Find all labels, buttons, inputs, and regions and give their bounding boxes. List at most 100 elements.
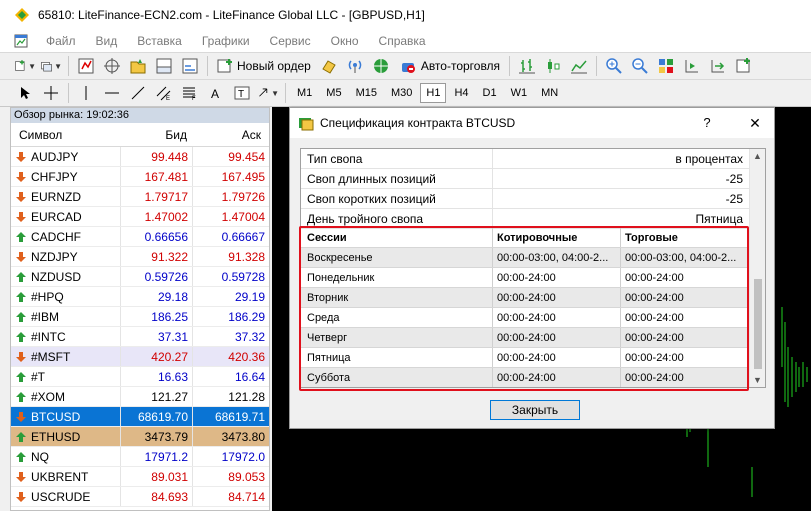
session-row: Вторник 00:00-24:00 00:00-24:00 <box>301 288 749 308</box>
column-symbol[interactable]: Символ <box>11 128 121 142</box>
vertical-line-icon <box>85 86 87 100</box>
timeframe-m30[interactable]: M30 <box>385 83 418 103</box>
market-row[interactable]: #T 16.63 16.64 <box>11 367 269 387</box>
zoom-out-button[interactable] <box>629 55 651 77</box>
channel-icon: E <box>156 86 171 101</box>
column-bid[interactable]: Бид <box>121 128 193 142</box>
signals-button[interactable] <box>344 55 366 77</box>
market-row[interactable]: NZDUSD 0.59726 0.59728 <box>11 267 269 287</box>
market-row[interactable]: UKBRENT 89.031 89.053 <box>11 467 269 487</box>
new-order-button[interactable]: Новый ордер <box>212 55 316 77</box>
session-quote-hours: 00:00-24:00 <box>493 268 621 287</box>
terminal-button[interactable] <box>153 55 175 77</box>
market-row[interactable]: CADCHF 0.66656 0.66667 <box>11 227 269 247</box>
menu-view[interactable]: Вид <box>86 34 128 48</box>
spec-scrollbar[interactable]: ▲ ▼ <box>749 149 765 387</box>
menu-insert[interactable]: Вставка <box>127 34 192 48</box>
tile-windows-button[interactable] <box>655 55 677 77</box>
market-row-ask: 420.36 <box>228 350 265 364</box>
strategy-tester-button[interactable] <box>179 55 201 77</box>
line-chart-button[interactable] <box>568 55 590 77</box>
market-row-symbol: AUDJPY <box>11 147 121 166</box>
community-button[interactable] <box>370 55 392 77</box>
text-label-button[interactable]: T <box>231 82 253 104</box>
market-watch-button[interactable] <box>75 55 97 77</box>
menu-tools[interactable]: Сервис <box>260 34 321 48</box>
market-row-bid: 16.63 <box>121 367 193 386</box>
cursor-tool-button[interactable] <box>14 82 36 104</box>
trendline-button[interactable] <box>127 82 149 104</box>
scroll-up-arrow-icon[interactable]: ▲ <box>753 151 762 161</box>
arrow-down-icon <box>16 411 26 422</box>
indicators-button[interactable] <box>733 55 755 77</box>
toolbar-separator <box>596 56 598 76</box>
dialog-close-x-button[interactable]: ✕ <box>740 113 770 133</box>
menu-help[interactable]: Справка <box>369 34 436 48</box>
market-row[interactable]: ETHUSD 3473.79 3473.80 <box>11 427 269 447</box>
sessions-header-row: Сессии Котировочные Торговые <box>301 228 749 248</box>
market-row-bid: 420.27 <box>121 347 193 366</box>
market-row[interactable]: NQ 17971.2 17972.0 <box>11 447 269 467</box>
market-row[interactable]: EURNZD 1.79717 1.79726 <box>11 187 269 207</box>
spec-list[interactable]: Тип свопа в процентах Своп длинных позиц… <box>300 148 766 388</box>
crosshair-tool-button[interactable] <box>40 82 62 104</box>
timeframe-mn[interactable]: MN <box>535 83 564 103</box>
new-chart-icon <box>15 60 25 71</box>
timeframe-m1[interactable]: M1 <box>291 83 318 103</box>
market-row[interactable]: USCRUDE 84.693 84.714 <box>11 487 269 507</box>
menu-window[interactable]: Окно <box>321 34 369 48</box>
autoscroll-button[interactable] <box>707 55 729 77</box>
horizontal-line-button[interactable] <box>101 82 123 104</box>
market-row[interactable]: #INTC 37.31 37.32 <box>11 327 269 347</box>
market-row[interactable]: #XOM 121.27 121.28 <box>11 387 269 407</box>
arrows-button[interactable]: ▼ <box>257 82 279 104</box>
meta-editor-button[interactable] <box>318 55 340 77</box>
text-tool-button[interactable]: A <box>205 82 227 104</box>
market-row[interactable]: BTCUSD 68619.70 68619.71 <box>11 407 269 427</box>
navigator-icon <box>130 59 146 74</box>
bar-chart-button[interactable] <box>516 55 538 77</box>
close-button[interactable]: Закрыть <box>490 400 580 420</box>
market-row[interactable]: NZDJPY 91.322 91.328 <box>11 247 269 267</box>
text-a-icon: A <box>211 87 219 101</box>
market-row[interactable]: CHFJPY 167.481 167.495 <box>11 167 269 187</box>
menu-charts[interactable]: Графики <box>192 34 260 48</box>
text-label-icon: T <box>234 86 250 100</box>
market-row[interactable]: #IBM 186.25 186.29 <box>11 307 269 327</box>
symbol-name: NQ <box>31 449 49 464</box>
market-row-bid: 68619.70 <box>121 407 193 426</box>
market-row[interactable]: EURCAD 1.47002 1.47004 <box>11 207 269 227</box>
equidistant-channel-button[interactable]: E <box>153 82 175 104</box>
timeframe-m15[interactable]: M15 <box>350 83 383 103</box>
market-row[interactable]: #HPQ 29.18 29.19 <box>11 287 269 307</box>
data-window-button[interactable] <box>101 55 123 77</box>
market-row[interactable]: #MSFT 420.27 420.36 <box>11 347 269 367</box>
scroll-thumb[interactable] <box>754 279 762 369</box>
new-chart-button[interactable]: ▼ <box>14 55 36 77</box>
column-ask[interactable]: Аск <box>193 128 269 142</box>
candlestick-button[interactable] <box>542 55 564 77</box>
session-quote-hours: 00:00-24:00 <box>493 368 621 387</box>
timeframe-m5[interactable]: M5 <box>320 83 347 103</box>
chart-window-icon[interactable] <box>14 34 28 48</box>
profiles-button[interactable]: ▼ <box>40 55 62 77</box>
scroll-down-arrow-icon[interactable]: ▼ <box>753 375 762 385</box>
market-row-bid: 29.18 <box>121 287 193 306</box>
dialog-help-button[interactable]: ? <box>692 113 722 133</box>
timeframe-d1[interactable]: D1 <box>477 83 503 103</box>
navigator-button[interactable] <box>127 55 149 77</box>
vertical-line-button[interactable] <box>75 82 97 104</box>
symbol-name: UKBRENT <box>31 469 89 484</box>
timeframe-h1[interactable]: H1 <box>420 83 447 103</box>
market-row-bid: 84.693 <box>121 487 193 506</box>
market-row[interactable]: AUDJPY 99.448 99.454 <box>11 147 269 167</box>
timeframe-w1[interactable]: W1 <box>505 83 534 103</box>
fibonacci-button[interactable]: F <box>179 82 201 104</box>
timeframe-h4[interactable]: H4 <box>448 83 474 103</box>
menu-file[interactable]: Файл <box>36 34 86 48</box>
arrow-down-icon <box>16 211 26 222</box>
zoom-in-button[interactable] <box>603 55 625 77</box>
spec-key: Тип свопа <box>301 149 493 168</box>
chart-shift-button[interactable] <box>681 55 703 77</box>
auto-trading-button[interactable]: Авто-торговля <box>394 55 505 77</box>
